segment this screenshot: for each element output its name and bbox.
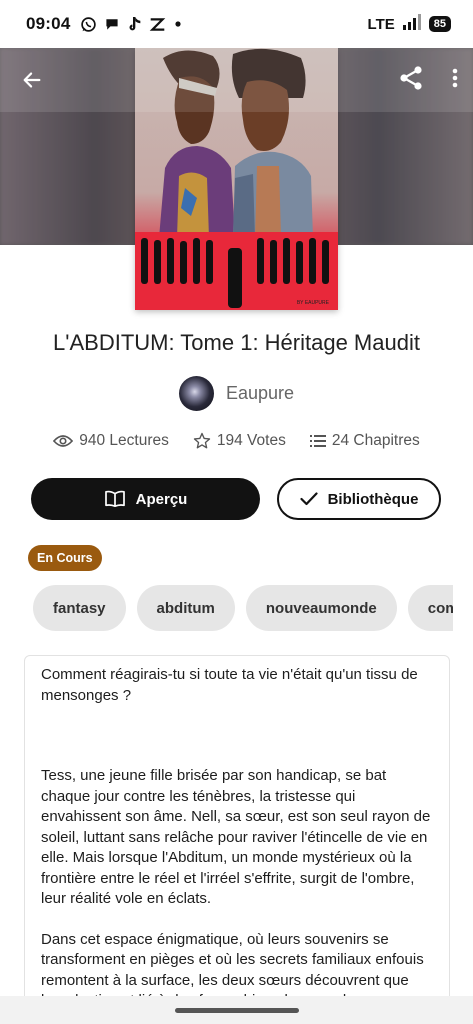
open-book-icon: [104, 490, 125, 508]
navigation-bar: [0, 996, 473, 1024]
description-paragraph: Tess, une jeune fille brisée par son han…: [41, 767, 431, 907]
star-icon: [193, 432, 211, 449]
author-link[interactable]: Eaupure: [0, 376, 473, 411]
signal-icon: [402, 13, 421, 35]
tag-chip[interactable]: nouveaumonde: [245, 585, 397, 631]
votes-count: 194 Votes: [216, 432, 286, 449]
tag-chip[interactable]: fantasy: [33, 585, 126, 631]
preview-button[interactable]: Aperçu: [31, 478, 260, 520]
status-right: LTE 85: [367, 13, 451, 35]
home-indicator[interactable]: [174, 1007, 299, 1013]
arrow-left-icon: [23, 72, 41, 88]
status-time: 09:04: [26, 14, 71, 33]
story-description: Comment réagirais-tu si toute ta vie n'é…: [24, 655, 450, 1015]
top-toolbar: [0, 48, 473, 112]
more-options-button[interactable]: [451, 67, 459, 94]
eye-icon: [53, 435, 74, 447]
reads-count: 940 Lectures: [79, 432, 169, 449]
share-button[interactable]: [397, 64, 425, 97]
preview-label: Aperçu: [135, 490, 188, 508]
tag-chip[interactable]: combat: [407, 585, 453, 631]
library-button[interactable]: Bibliothèque: [277, 478, 441, 520]
status-bar: 09:04 LTE 85: [0, 0, 473, 48]
author-name[interactable]: Eaupure: [226, 383, 294, 404]
share-icon: [400, 65, 422, 90]
capcut-icon: [149, 17, 166, 32]
back-button[interactable]: [14, 62, 50, 98]
library-label: Bibliothèque: [327, 490, 419, 508]
book-title: L'ABDITUM: Tome 1: Héritage Maudit: [53, 330, 420, 355]
description-paragraph: Comment réagirais-tu si toute ta vie n'é…: [41, 666, 418, 704]
story-stats: 940 Lectures 194 Votes 24 Chapitres: [0, 432, 473, 450]
avatar[interactable]: [178, 376, 214, 411]
more-vertical-icon: [452, 68, 458, 87]
chapters-count: 24 Chapitres: [331, 432, 420, 449]
network-type: LTE: [367, 15, 395, 33]
votes-stat: 194 Votes: [193, 432, 286, 450]
checkmark-icon: [299, 492, 318, 506]
chapters-stat: 24 Chapitres: [309, 432, 420, 450]
list-icon: [309, 435, 326, 447]
tiktok-icon: [127, 16, 142, 33]
status-badge: En Cours: [28, 545, 102, 571]
battery-indicator: 85: [428, 16, 451, 32]
tag-chip[interactable]: abditum: [136, 585, 235, 631]
notification-icons: [80, 16, 183, 33]
cover-signature: BY EAUPURE: [297, 300, 330, 306]
tag-list: fantasy abditum nouveaumonde combat: [33, 585, 453, 631]
whatsapp-icon: [80, 16, 97, 33]
reads-stat: 940 Lectures: [53, 432, 169, 450]
dot-icon: [173, 19, 183, 29]
chat-bubble-icon: [104, 16, 120, 32]
